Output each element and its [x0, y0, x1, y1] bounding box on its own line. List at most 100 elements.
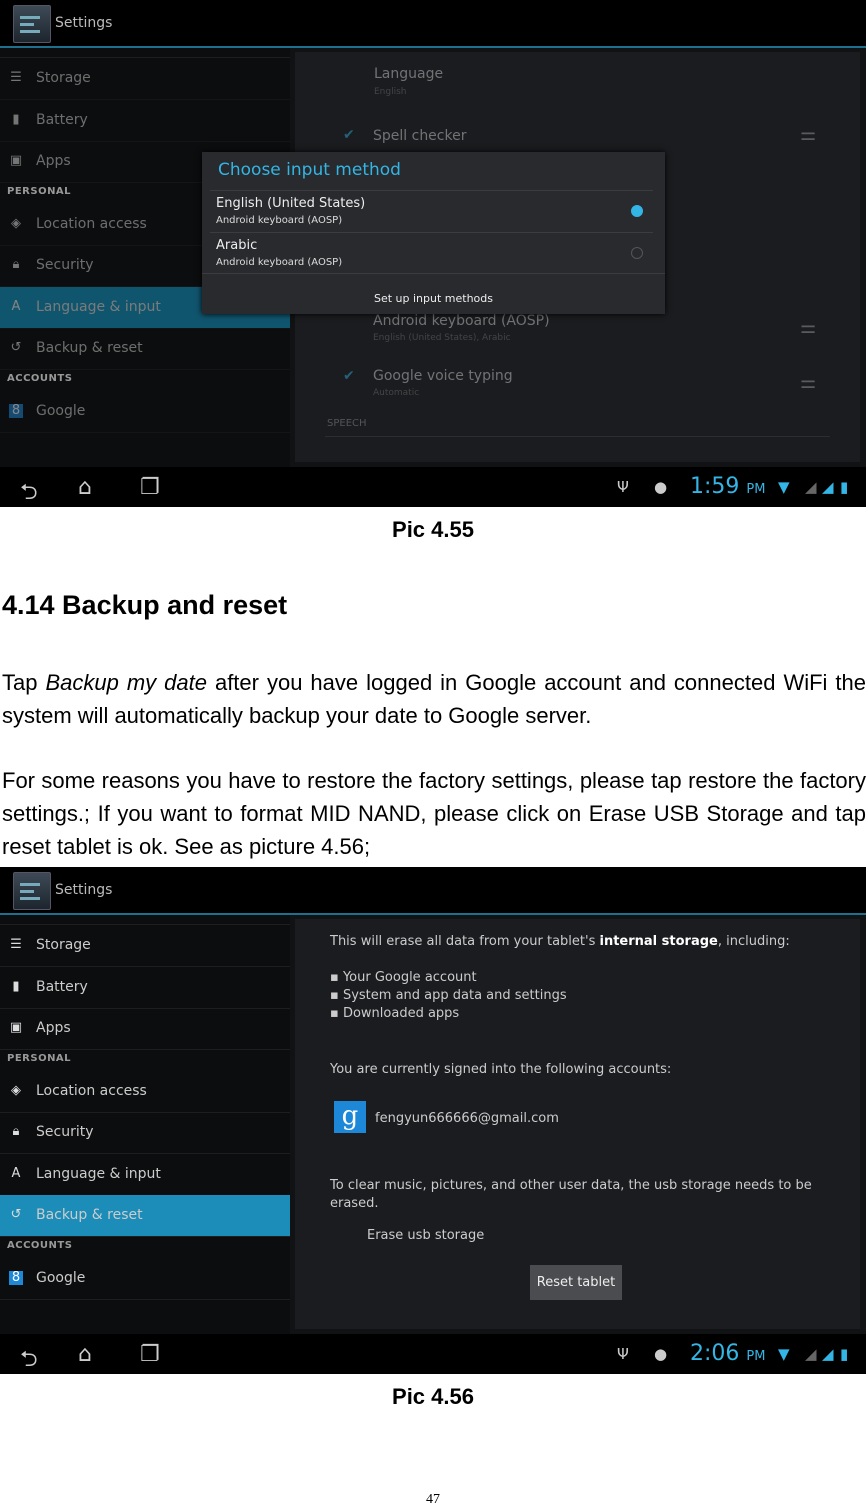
google-icon: 8: [9, 403, 23, 418]
sidebar-item-label: Storage: [36, 937, 91, 953]
voice-typing-label: Google voice typing: [373, 368, 513, 384]
dialog-title: Choose input method: [218, 160, 401, 180]
back-icon[interactable]: ⮌: [20, 475, 38, 507]
sidebar-item-label: Google: [36, 402, 86, 419]
settings-app-icon[interactable]: [13, 5, 51, 43]
sidebar-item-storage[interactable]: ☰ Storage: [0, 58, 290, 100]
sidebar-item-label: Location access: [36, 215, 147, 232]
input-option-arabic[interactable]: Arabic Android keyboard (AOSP): [210, 232, 653, 274]
sidebar-item-backup-reset[interactable]: ↺ Backup & reset: [0, 328, 290, 370]
lock-icon: 🔒︎: [12, 257, 20, 272]
settings-sliders-icon[interactable]: ⚌: [800, 372, 816, 393]
erase-usb-storage-checkbox[interactable]: Erase usb storage: [367, 1228, 484, 1243]
battery-icon: ▮: [12, 111, 20, 127]
wifi-icon: ▼: [778, 478, 790, 496]
sidebar-item-apps[interactable]: ▣ Apps: [0, 1008, 290, 1050]
radio-unselected[interactable]: [631, 247, 643, 259]
radio-selected[interactable]: [631, 205, 643, 217]
usb-icon: Ψ: [617, 1345, 629, 1363]
language-icon: A: [11, 1165, 21, 1181]
recent-apps-icon[interactable]: ❐: [140, 1342, 160, 1367]
spell-checker-label: Spell checker: [373, 128, 467, 144]
clock: 1:59 PM: [690, 474, 766, 499]
caption: Pic 4.56: [392, 1384, 474, 1409]
choose-input-method-dialog: Choose input method English (United Stat…: [202, 152, 665, 314]
sidebar-item-label: Apps: [36, 153, 71, 169]
bullet-item: ▪ Your Google account: [330, 970, 477, 985]
recent-apps-icon[interactable]: ❐: [140, 475, 160, 500]
signal-icon: ◢: [822, 478, 834, 496]
input-option-english[interactable]: English (United States) Android keyboard…: [210, 190, 653, 232]
sidebar-item-google[interactable]: 8 Google: [0, 1258, 290, 1300]
signal-icon: ◢: [822, 1345, 834, 1363]
settings-sidebar: ☰ Storage ▮ Battery ▣ Apps PERSONAL ◈ Location a…: [0, 913, 290, 1334]
usb-icon: Ψ: [617, 478, 629, 496]
back-icon[interactable]: ⮌: [20, 1342, 38, 1374]
settings-app-icon[interactable]: [13, 872, 51, 910]
set-up-input-methods-button[interactable]: Set up input methods: [202, 273, 665, 315]
settings-sliders-icon[interactable]: ⚌: [800, 124, 816, 145]
screenshot-pic-4-56: Settings ☰ Storage ▮ Battery ▣ Apps PERSONAL ◈ L…: [0, 867, 866, 1374]
caption: Pic 4.55: [392, 517, 474, 542]
erase-warning: This will erase all data from your table…: [330, 934, 790, 949]
apps-icon: ▣: [9, 153, 23, 168]
backup-icon: ↺: [10, 340, 22, 355]
sidebar-item-label: Battery: [36, 111, 88, 128]
system-nav-bar: ⮌ ⌂ ❐ Ψ ● 1:59 PM ▼ ◢ ◢ ▮: [0, 467, 866, 507]
lock-icon: 🔒︎: [12, 1124, 20, 1139]
sidebar-item-label: Language & input: [36, 1165, 161, 1182]
android-debug-icon: ●: [654, 1345, 668, 1363]
language-icon: A: [11, 298, 21, 314]
action-bar: Settings: [0, 867, 866, 915]
sidebar-section-header: PERSONAL: [7, 185, 72, 197]
battery-icon: ▮: [12, 978, 20, 994]
sidebar-section-header: ACCOUNTS: [7, 372, 73, 384]
spell-checker-checkbox[interactable]: ✔: [343, 127, 355, 143]
sidebar-item-label: Location access: [36, 1082, 147, 1099]
sidebar-item-battery[interactable]: ▮ Battery: [0, 100, 290, 142]
sidebar-item-location-access[interactable]: ◈ Location access: [0, 1071, 290, 1113]
clear-usb-text: To clear music, pictures, and other user…: [330, 1178, 812, 1211]
android-keyboard-setting[interactable]: Android keyboard (AOSP): [373, 313, 550, 329]
sidebar-item-label: Apps: [36, 1020, 71, 1036]
sidebar-item-backup-reset[interactable]: ↺ Backup & reset: [0, 1195, 290, 1237]
reset-tablet-button[interactable]: Reset tablet: [530, 1265, 622, 1300]
page-number: 47: [426, 1492, 440, 1507]
android-debug-icon: ●: [654, 478, 668, 496]
section-heading: 4.14 Backup and reset: [2, 590, 288, 620]
account-email: fengyun666666@gmail.com: [375, 1111, 559, 1126]
home-icon[interactable]: ⌂: [78, 1342, 92, 1367]
screenshot-pic-4-55: Settings ☰ Storage ▮ Battery ▣ Apps PERSONAL ◈ L…: [0, 0, 866, 507]
app-title: Settings: [55, 882, 113, 898]
home-icon[interactable]: ⌂: [78, 475, 92, 500]
action-bar: Settings: [0, 0, 866, 48]
sidebar-item-google[interactable]: 8 Google: [0, 391, 290, 433]
clock: 2:06 PM: [690, 1341, 766, 1366]
location-icon: ◈: [11, 215, 21, 231]
sidebar-item-storage[interactable]: ☰ Storage: [0, 925, 290, 967]
sidebar-section-header: PERSONAL: [7, 1052, 72, 1064]
sidebar-item-label: Backup & reset: [36, 340, 143, 356]
bullet-item: ▪ Downloaded apps: [330, 1006, 460, 1021]
option-name: English (United States): [216, 196, 366, 211]
language-setting[interactable]: Language: [374, 66, 443, 82]
sidebar-item-language-input[interactable]: A Language & input: [0, 1154, 290, 1196]
storage-icon: ☰: [10, 70, 22, 85]
wifi-icon: ▼: [778, 1345, 790, 1363]
factory-reset-pane: This will erase all data from your table…: [295, 919, 860, 1329]
voice-typing-sub: Automatic: [373, 388, 420, 398]
settings-sliders-icon[interactable]: ⚌: [800, 317, 816, 338]
signal-icon: ◢: [805, 478, 817, 496]
option-name: Arabic: [216, 238, 258, 253]
bullet-item: ▪ System and app data and settings: [330, 988, 567, 1003]
sidebar-item-label: Storage: [36, 70, 91, 86]
backup-icon: ↺: [10, 1207, 22, 1222]
voice-typing-checkbox[interactable]: ✔: [343, 368, 355, 384]
paragraph: Tap Backup my date after you have logged…: [2, 670, 866, 728]
sidebar-item-battery[interactable]: ▮ Battery: [0, 967, 290, 1009]
button-label: Set up input methods: [373, 292, 493, 305]
google-account-icon: g: [334, 1101, 366, 1133]
option-sub: Android keyboard (AOSP): [216, 215, 343, 226]
sidebar-item-security[interactable]: 🔒︎ Security: [0, 1112, 290, 1154]
sidebar-item-label: Google: [36, 1269, 86, 1286]
